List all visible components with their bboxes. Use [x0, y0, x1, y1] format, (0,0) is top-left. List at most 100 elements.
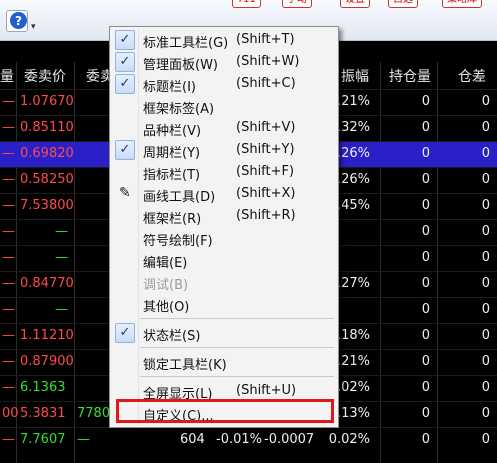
cell-open-interest: 0 [421, 380, 430, 395]
column-header[interactable]: 量 [0, 66, 14, 86]
cell-position-diff: 0 [481, 120, 490, 135]
toolbar-button-1[interactable]: Y11 [232, 0, 261, 8]
menu-item[interactable]: ✓ 状态栏(S) [110, 322, 338, 344]
cell-volume: — [2, 120, 15, 135]
cell-position-diff: 0 [481, 276, 490, 291]
cell-ask-price: 0.85110 [20, 120, 74, 135]
toolbar-button-2[interactable]: 手动 [282, 0, 312, 8]
cell-volume: 00 [2, 406, 19, 421]
cell-position-diff: 0 [481, 328, 490, 343]
cell-ask-price: 1.07670 [20, 94, 74, 109]
menu-item-label: 框架标签(A) [143, 102, 215, 117]
cell-volume: — [2, 146, 15, 161]
cell-volume: — [2, 328, 15, 343]
menu-item-label: 其他(O) [143, 300, 190, 315]
cell-ask-price: 5.3831 [20, 406, 66, 421]
menu-item-shortcut: (Shift+U) [236, 383, 297, 398]
cell-open-interest: 0 [421, 146, 430, 161]
cell-ask-price: — [55, 250, 68, 265]
menu-item-label: 管理面板(W) [143, 58, 218, 73]
cell-position-diff: 0 [481, 198, 490, 213]
check-icon: ✓ [115, 30, 135, 50]
toolbar-dropdown-icon[interactable]: ▾ [31, 22, 36, 32]
cell-volume: — [2, 276, 15, 291]
help-icon[interactable]: ? [10, 12, 27, 29]
menu-item-shortcut: (Shift+R) [236, 208, 296, 223]
cell-open-interest: 0 [421, 198, 430, 213]
table-row[interactable]: — 7.7607 — 604 -0.01% -0.0007 0.02% 0 0 [0, 427, 497, 453]
menu-item[interactable]: 调试(B) [110, 271, 338, 293]
menu-item-label: 周期栏(Y) [143, 146, 201, 161]
cell-open-interest: 0 [421, 406, 430, 421]
cell-open-interest: 0 [421, 302, 430, 317]
menu-item-label: 画线工具(D) [143, 190, 216, 205]
column-header[interactable]: 振幅 [341, 66, 369, 86]
menu-separator [140, 376, 334, 377]
menu-item-label: 框架栏(R) [143, 212, 202, 227]
menu-item[interactable]: 符号绘制(F) [110, 227, 338, 249]
column-header[interactable]: 仓差 [458, 66, 486, 86]
cell-ask-price: 0.84770 [20, 276, 74, 291]
menu-item[interactable]: 框架标签(A) [110, 95, 338, 117]
cell-volume: — [2, 380, 15, 395]
menu-item-label: 调试(B) [143, 278, 189, 293]
menu-item-shortcut: (Shift+Y) [236, 142, 295, 157]
cell-ask-price: 7.7607 [20, 432, 66, 447]
menu-item[interactable]: ✓ 周期栏(Y) (Shift+Y) [110, 139, 338, 161]
cell-volume: — [2, 354, 15, 369]
cell-open-interest: 0 [421, 276, 430, 291]
cell-value: 604 [180, 432, 205, 447]
menu-item-label: 锁定工具栏(K) [143, 358, 227, 373]
cell-ask-volume: — [77, 432, 90, 447]
check-icon: ✓ [115, 140, 135, 160]
column-header[interactable]: 委卖价 [24, 66, 66, 86]
check-icon: ✓ [115, 74, 135, 94]
cell-open-interest: 0 [421, 224, 430, 239]
column-header[interactable]: 持仓量 [389, 66, 431, 86]
cell-ask-price: 1.11210 [20, 328, 74, 343]
menu-item-shortcut: (Shift+X) [236, 186, 296, 201]
cell-value: -0.01% [216, 432, 262, 447]
menu-item[interactable]: ✓ 标准工具栏(G) (Shift+T) [110, 29, 338, 51]
menu-item[interactable]: 编辑(E) [110, 249, 338, 271]
cell-open-interest: 0 [421, 432, 430, 447]
menu-item[interactable]: 品种栏(V) (Shift+V) [110, 117, 338, 139]
toolbar-button-5[interactable]: 策略库 [442, 0, 482, 8]
menu-item-label: 标准工具栏(G) [143, 36, 229, 51]
cell-position-diff: 0 [481, 172, 490, 187]
toolbar-button-3[interactable]: 设置 [340, 0, 370, 8]
menu-item[interactable]: 锁定工具栏(K) [110, 351, 338, 373]
cell-open-interest: 0 [421, 354, 430, 369]
cell-volume: — [2, 432, 15, 447]
cell-volume: — [2, 172, 15, 187]
toolbar-button-4[interactable]: 自选 [388, 0, 418, 8]
menu-item-shortcut: (Shift+V) [236, 120, 296, 135]
menu-item[interactable]: ✎ 画线工具(D) (Shift+X) [110, 183, 338, 205]
cell-value: -0.0007 [264, 432, 315, 447]
cell-open-interest: 0 [421, 172, 430, 187]
cell-open-interest: 0 [421, 120, 430, 135]
menu-item[interactable]: 其他(O) [110, 293, 338, 315]
menu-item-shortcut: (Shift+W) [236, 54, 300, 69]
cell-ask-price: 0.69820 [20, 146, 74, 161]
menu-item[interactable]: ✓ 标题栏(I) (Shift+C) [110, 73, 338, 95]
menu-item[interactable]: 指标栏(T) (Shift+F) [110, 161, 338, 183]
cell-volume: — [2, 302, 15, 317]
menu-item[interactable]: 框架栏(R) (Shift+R) [110, 205, 338, 227]
cell-volume: — [2, 198, 15, 213]
cell-position-diff: 0 [481, 406, 490, 421]
menu-separator [140, 347, 334, 348]
cell-ask-price: 0.58250 [20, 172, 74, 187]
cell-ask-price: 6.1363 [20, 380, 66, 395]
view-context-menu: ✓ 标准工具栏(G) (Shift+T) ✓ 管理面板(W) (Shift+W) ✓ 标题栏(… [109, 26, 339, 428]
menu-item[interactable]: ✓ 管理面板(W) (Shift+W) [110, 51, 338, 73]
cell-position-diff: 0 [481, 354, 490, 369]
menu-item-label: 指标栏(T) [143, 168, 201, 183]
cell-open-interest: 0 [421, 328, 430, 343]
cell-position-diff: 0 [481, 302, 490, 317]
cell-position-diff: 0 [481, 250, 490, 265]
menu-item-shortcut: (Shift+T) [236, 32, 295, 47]
cell-position-diff: 0 [481, 146, 490, 161]
cell-ask-price: — [55, 224, 68, 239]
menu-item-label: 状态栏(S) [143, 329, 201, 344]
